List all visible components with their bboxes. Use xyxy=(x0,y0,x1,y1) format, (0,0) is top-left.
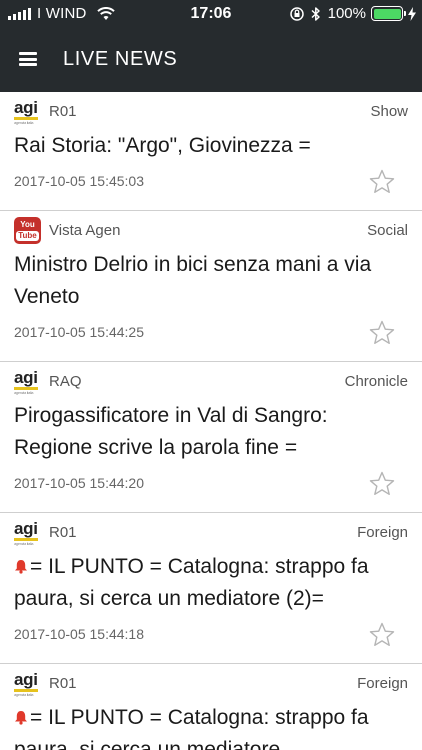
favorite-star-icon[interactable] xyxy=(368,621,396,649)
category-label: Chronicle xyxy=(344,373,408,390)
news-item[interactable]: agi agenzia italia R01 Show Rai Storia: "… xyxy=(0,92,422,211)
source-name: RAQ xyxy=(49,373,82,390)
news-timestamp: 2017-10-05 15:44:18 xyxy=(14,626,144,642)
status-bar: I WIND 17:06 100% xyxy=(0,0,422,28)
alert-bell-icon xyxy=(15,560,27,574)
news-timestamp: 2017-10-05 15:44:25 xyxy=(14,324,144,340)
app-header: LIVE NEWS xyxy=(0,28,422,92)
news-headline[interactable]: Ministro Delrio in bici senza mani a via… xyxy=(14,249,408,313)
agi-logo-icon: agi agenzia italia xyxy=(14,519,38,546)
agi-logo-icon: agi agenzia italia xyxy=(14,670,38,697)
source-name: R01 xyxy=(49,524,77,541)
news-feed[interactable]: agi agenzia italia R01 Show Rai Storia: "… xyxy=(0,92,422,750)
battery-percent: 100% xyxy=(327,5,366,22)
news-item[interactable]: You Tube Vista Agen Social Ministro Delri… xyxy=(0,211,422,362)
category-label: Show xyxy=(370,103,408,120)
bluetooth-icon xyxy=(311,6,320,21)
rotation-lock-icon xyxy=(289,6,304,21)
agi-logo-icon: agi agenzia italia xyxy=(14,368,38,395)
category-label: Foreign xyxy=(357,675,408,692)
source-name: Vista Agen xyxy=(49,222,121,239)
favorite-star-icon[interactable] xyxy=(368,168,396,196)
source-name: R01 xyxy=(49,103,77,120)
news-headline[interactable]: Pirogassificatore in Val di Sangro: Regi… xyxy=(14,400,408,464)
category-label: Social xyxy=(367,222,408,239)
battery-icon xyxy=(371,6,406,21)
news-headline[interactable]: = IL PUNTO = Catalogna: strappo fa paura… xyxy=(14,702,408,750)
news-headline[interactable]: = IL PUNTO = Catalogna: strappo fa paura… xyxy=(14,551,408,615)
agi-logo-icon: agi agenzia italia xyxy=(14,98,38,125)
news-headline[interactable]: Rai Storia: "Argo", Giovinezza = xyxy=(14,130,408,162)
page-title: LIVE NEWS xyxy=(63,48,178,70)
hamburger-menu-icon[interactable] xyxy=(19,52,37,66)
favorite-star-icon[interactable] xyxy=(368,319,396,347)
youtube-logo-icon: You Tube xyxy=(14,217,41,244)
category-label: Foreign xyxy=(357,524,408,541)
news-item[interactable]: agi agenzia italia R01 Foreign = IL PUNTO… xyxy=(0,664,422,750)
favorite-star-icon[interactable] xyxy=(368,470,396,498)
news-item[interactable]: agi agenzia italia RAQ Chronicle Pirogass… xyxy=(0,362,422,513)
status-right: 100% xyxy=(289,5,416,22)
source-name: R01 xyxy=(49,675,77,692)
news-timestamp: 2017-10-05 15:44:20 xyxy=(14,475,144,491)
alert-bell-icon xyxy=(15,711,27,725)
charging-icon xyxy=(408,6,416,21)
news-timestamp: 2017-10-05 15:45:03 xyxy=(14,173,144,189)
news-item[interactable]: agi agenzia italia R01 Foreign = IL PUNTO… xyxy=(0,513,422,664)
